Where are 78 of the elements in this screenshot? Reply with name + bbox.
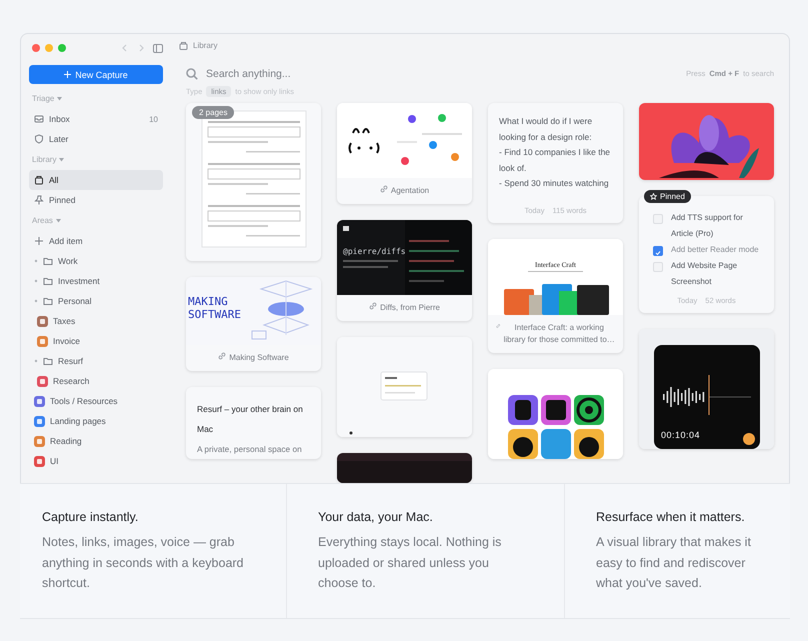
link-icon xyxy=(380,185,388,194)
sidebar-item[interactable]: Add item xyxy=(29,231,163,251)
recording-time: 00:10:04 xyxy=(661,430,700,440)
box-icon xyxy=(179,40,188,50)
checkbox[interactable] xyxy=(653,246,663,256)
link-title: Interface Craft: a working library for those committed to… xyxy=(503,322,615,346)
feature-title: Capture instantly. xyxy=(42,510,140,524)
sidebar-item[interactable]: Taxes xyxy=(29,311,163,331)
section-header: Triage xyxy=(32,94,54,103)
star-icon xyxy=(650,193,657,200)
sidebar-item[interactable]: Pinned xyxy=(29,190,163,210)
folder-icon xyxy=(43,356,53,366)
bullet-icon xyxy=(34,279,38,283)
minimize-button[interactable] xyxy=(45,44,53,52)
forward-icon[interactable] xyxy=(137,44,145,52)
task-text: Add TTS support for Article (Pro) xyxy=(671,212,744,240)
card[interactable]: Resurf – your other brain on Mac A private, personal space on xyxy=(186,387,321,460)
sidebar-item[interactable]: Invoice xyxy=(29,331,163,351)
link-title: Diffs, from Pierre xyxy=(380,302,440,314)
feature-title: Your data, your Mac. xyxy=(318,510,434,524)
link-title: Agentation xyxy=(390,185,430,198)
link-icon xyxy=(369,302,378,310)
search-field[interactable]: Search anything... xyxy=(206,68,506,80)
sidebar-item[interactable]: Resurf xyxy=(29,351,163,371)
link-icon xyxy=(218,352,226,360)
link-icon xyxy=(496,322,500,330)
caret-icon xyxy=(56,218,61,222)
image-title: @pierre/diffs xyxy=(343,247,406,256)
bullet-icon xyxy=(34,259,38,263)
sidebar-item[interactable]: Personal xyxy=(29,291,163,311)
card[interactable]: MAKING SOFTWARE Making Software xyxy=(186,277,321,372)
pinned-badge: Pinned xyxy=(644,190,691,204)
sidebar-item[interactable]: Inbox 10 xyxy=(29,109,163,129)
feature-text: Everything stays local. Nothing is uploaded or shared unless you choose to. xyxy=(318,534,502,592)
pin-icon xyxy=(34,195,44,205)
search-icon xyxy=(186,68,198,80)
task-text: Add Website Page Screenshot xyxy=(671,260,738,288)
checkmark-icon xyxy=(654,249,662,258)
plus-icon xyxy=(64,71,72,78)
sidebar-item[interactable]: Work xyxy=(29,251,163,271)
sidebar-item[interactable]: Tools / Resources xyxy=(29,391,163,411)
section-header: Library xyxy=(32,155,56,164)
plus-icon xyxy=(34,236,44,246)
sidebar-toggle-icon[interactable] xyxy=(153,44,163,52)
sidebar-item[interactable]: Research xyxy=(29,371,163,391)
link-title: Making Software xyxy=(229,352,289,364)
image-title: MAKING SOFTWARE xyxy=(188,295,242,322)
card[interactable]: 2 pages xyxy=(186,103,321,262)
card[interactable]: @pierre/diffs Diffs, from Pierre xyxy=(337,220,472,322)
note-title: Resurf – your other brain on Mac xyxy=(196,403,304,436)
sidebar-item[interactable]: Landing pages xyxy=(29,411,163,431)
card[interactable]: Agentation xyxy=(337,103,472,204)
feature-text: A visual library that makes it easy to find and rediscover what you've saved. xyxy=(596,534,752,592)
bullet-icon xyxy=(34,359,38,363)
page-count-badge: 2 pages xyxy=(192,106,234,120)
zoom-button[interactable] xyxy=(58,44,66,52)
feature-title: Resurface when it matters. xyxy=(596,510,746,524)
inbox-icon xyxy=(34,114,44,124)
sidebar-item[interactable]: Investment xyxy=(29,271,163,291)
feature-text: Notes, links, images, voice — grab anything in seconds with a keyboard shortcut. xyxy=(42,534,245,592)
sidebar-item[interactable]: UI xyxy=(29,451,163,471)
caret-icon xyxy=(57,96,62,100)
item-count: 10 xyxy=(149,114,158,124)
sidebar-item[interactable]: Later xyxy=(29,129,163,149)
window-title: Library xyxy=(193,40,218,50)
box-icon xyxy=(34,175,44,185)
note-text: What I would do if I were looking for a design role: - Find 10 companies I like the look of. - Spend 30 minutes watching xyxy=(498,115,612,190)
caret-icon xyxy=(59,158,64,162)
close-button[interactable] xyxy=(32,44,40,52)
task-text: Add better Reader mode xyxy=(671,244,759,256)
sidebar-item[interactable]: Reading xyxy=(29,431,163,451)
sidebar-item[interactable]: All xyxy=(29,170,163,190)
note-text: A private, personal space on xyxy=(196,443,303,456)
new-capture-button[interactable]: New Capture xyxy=(29,65,163,84)
section-header: Areas xyxy=(32,216,53,225)
shield-icon xyxy=(34,134,44,144)
back-icon[interactable] xyxy=(121,44,129,52)
bullet-icon xyxy=(34,299,38,303)
